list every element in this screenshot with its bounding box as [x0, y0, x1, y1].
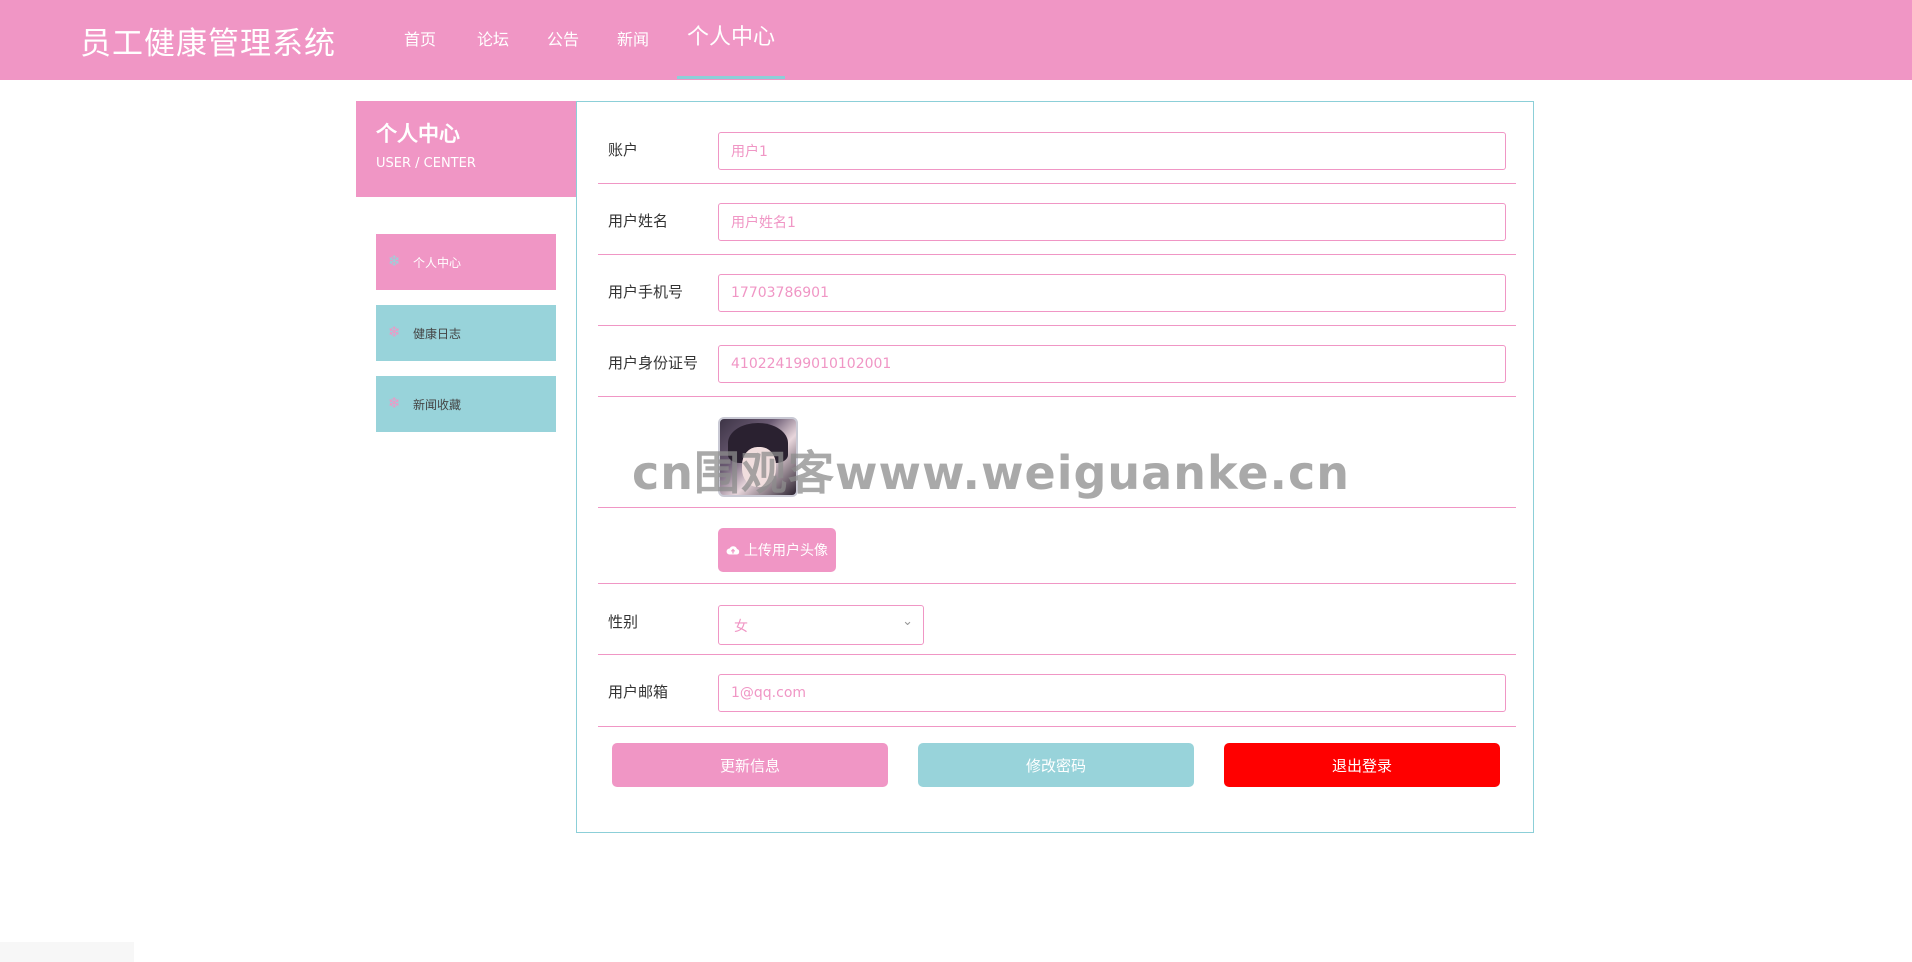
- corner-strip: [0, 942, 134, 962]
- nav-announcement[interactable]: 公告: [543, 0, 583, 76]
- cloud-upload-icon: [726, 546, 740, 555]
- watermark-text: cn围观客www.weiguanke.cn: [632, 446, 1351, 500]
- id-card-label: 用户身份证号: [608, 354, 699, 372]
- email-input[interactable]: [718, 674, 1506, 712]
- name-input[interactable]: [718, 203, 1506, 241]
- snowflake-icon: ❄: [388, 394, 401, 412]
- sidebar-header: 个人中心 USER / CENTER: [356, 101, 576, 197]
- account-input[interactable]: [718, 132, 1506, 170]
- snowflake-icon: ❄: [388, 252, 401, 270]
- nav-forum[interactable]: 论坛: [473, 0, 513, 76]
- logout-button[interactable]: 退出登录: [1224, 743, 1500, 787]
- form-row-id-card: 用户身份证号: [598, 326, 1516, 397]
- chevron-down-icon: ⌄: [902, 614, 913, 629]
- top-nav-bar: 员工健康管理系统 首页 论坛 公告 新闻 个人中心: [0, 0, 1912, 80]
- form-row-email: 用户邮箱: [598, 655, 1516, 727]
- form-row-phone: 用户手机号: [598, 255, 1516, 326]
- sidebar-item-health-log[interactable]: ❄ 健康日志: [376, 305, 556, 361]
- update-info-button[interactable]: 更新信息: [612, 743, 888, 787]
- sidebar-item-label: 新闻收藏: [413, 398, 462, 412]
- app-title: 员工健康管理系统: [80, 26, 336, 62]
- sidebar-subtitle: USER / CENTER: [376, 156, 476, 171]
- account-label: 账户: [608, 141, 639, 159]
- form-row-name: 用户姓名: [598, 184, 1516, 255]
- phone-input[interactable]: [718, 274, 1506, 312]
- sidebar-item-user-center[interactable]: ❄ 个人中心: [376, 234, 556, 290]
- sidebar-item-news-favorites[interactable]: ❄ 新闻收藏: [376, 376, 556, 432]
- form-row-gender: 性别 女 ⌄: [598, 584, 1516, 655]
- gender-selected-value: 女: [734, 619, 748, 635]
- upload-avatar-button[interactable]: 上传用户头像: [718, 528, 836, 572]
- change-password-button[interactable]: 修改密码: [918, 743, 1194, 787]
- name-label: 用户姓名: [608, 212, 669, 230]
- snowflake-icon: ❄: [388, 323, 401, 341]
- gender-select[interactable]: 女 ⌄: [718, 605, 924, 645]
- nav-user-center[interactable]: 个人中心: [677, 0, 785, 79]
- form-row-upload: 上传用户头像: [598, 508, 1516, 584]
- email-label: 用户邮箱: [608, 683, 669, 701]
- upload-button-label: 上传用户头像: [744, 543, 828, 559]
- form-row-account: 账户: [598, 102, 1516, 184]
- id-card-input[interactable]: [718, 345, 1506, 383]
- sidebar-item-label: 健康日志: [413, 327, 462, 341]
- sidebar-item-label: 个人中心: [413, 256, 462, 270]
- phone-label: 用户手机号: [608, 283, 684, 301]
- sidebar-title: 个人中心: [376, 122, 460, 146]
- nav-home[interactable]: 首页: [400, 0, 440, 76]
- gender-label: 性别: [608, 613, 639, 631]
- nav-news[interactable]: 新闻: [613, 0, 653, 76]
